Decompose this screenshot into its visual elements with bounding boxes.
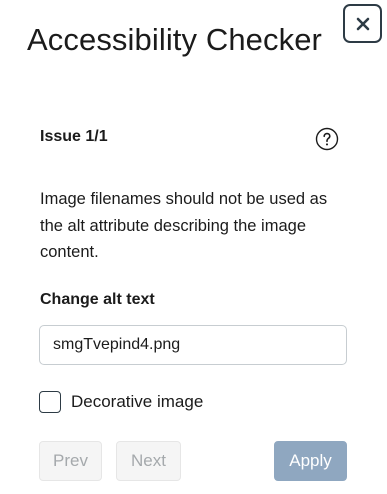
issue-counter: Issue 1/1 [40,128,108,145]
close-icon [356,17,369,30]
next-button[interactable]: Next [116,441,181,481]
decorative-image-label: Decorative image [71,392,204,411]
accessibility-checker-panel: Accessibility Checker Issue 1/1 Image fi… [0,0,387,494]
issue-description: Image filenames should not be used as th… [40,190,328,261]
prev-button[interactable]: Prev [39,441,102,481]
alt-text-label: Change alt text [40,291,155,308]
decorative-image-checkbox[interactable] [39,391,61,413]
apply-button[interactable]: Apply [274,441,347,481]
decorative-image-option[interactable]: Decorative image [39,391,203,413]
alt-text-input[interactable] [39,325,347,365]
close-button[interactable] [343,4,382,43]
question-circle-icon[interactable] [315,127,339,151]
dialog-title: Accessibility Checker [27,22,322,57]
